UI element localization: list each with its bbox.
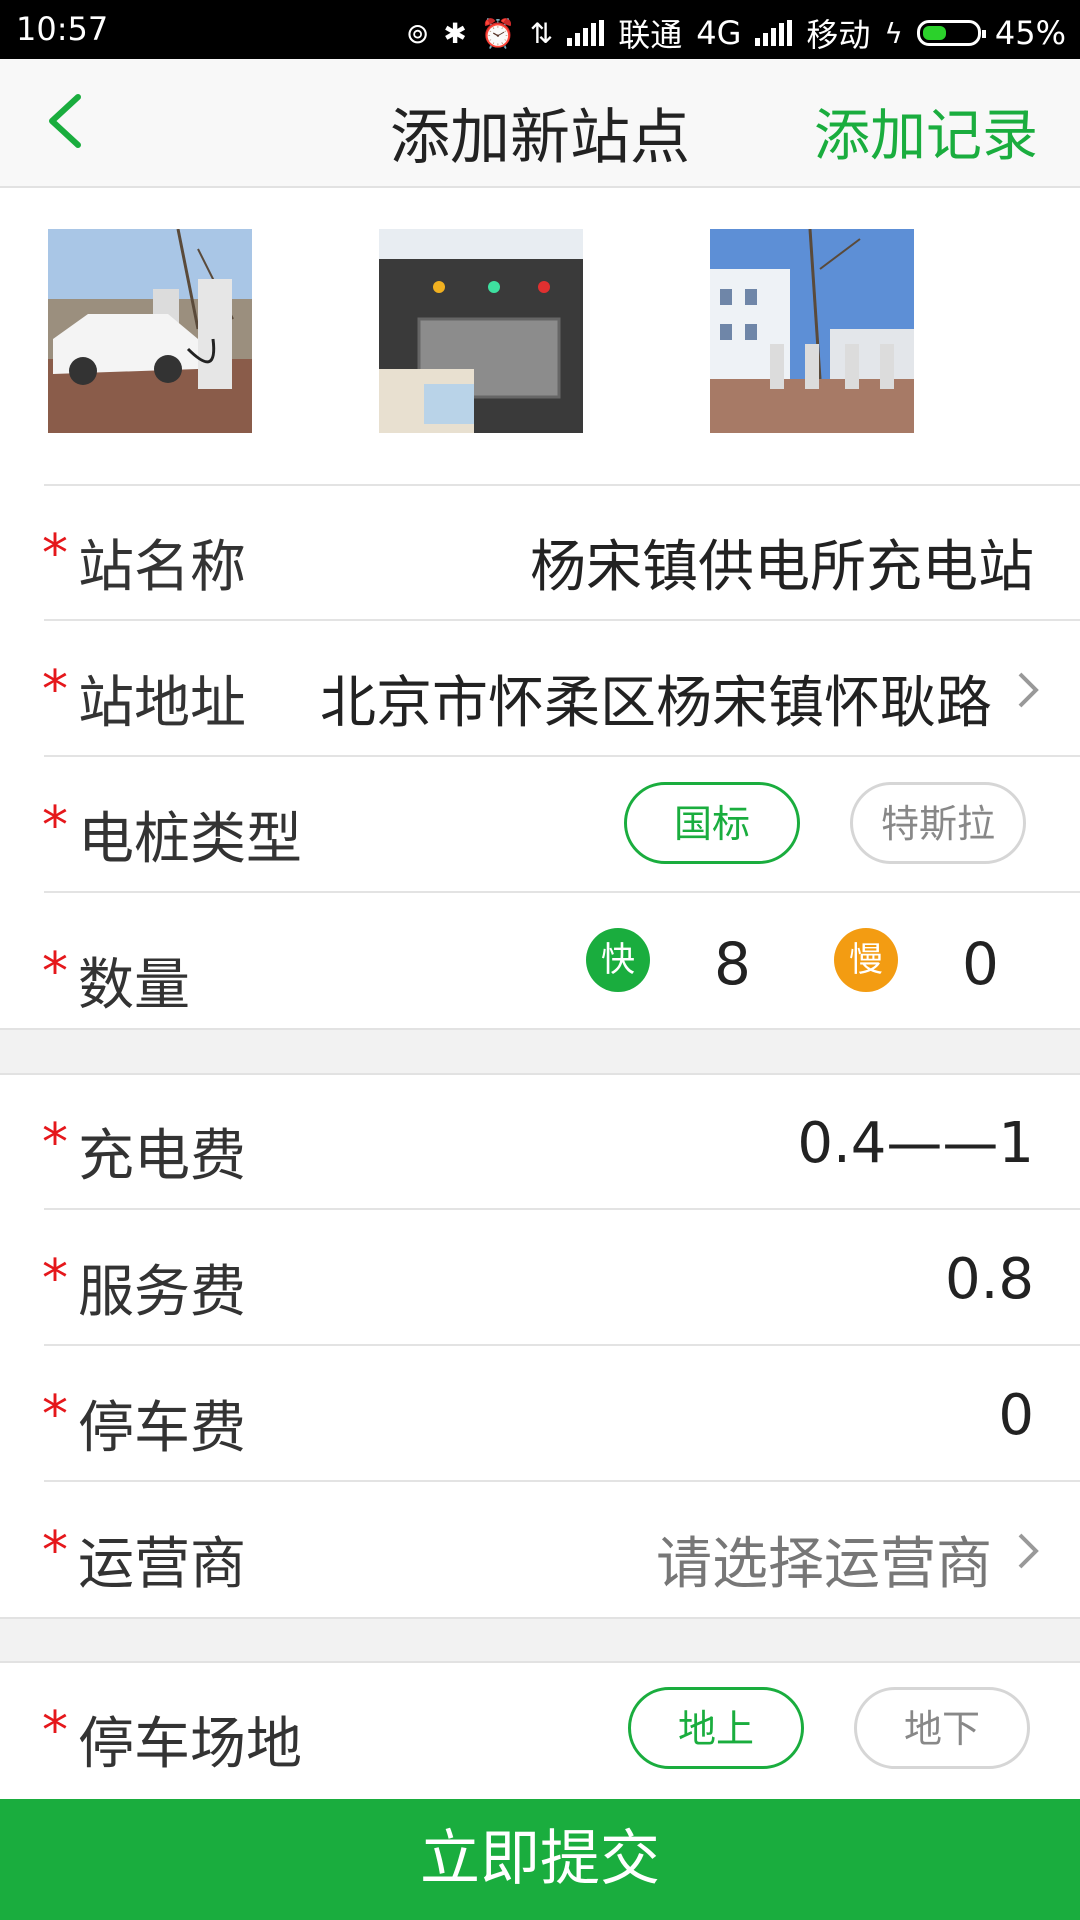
charging-fee-label: 充电费 (78, 1124, 246, 1189)
required-mark: * (42, 1113, 68, 1173)
station-address-row[interactable]: * 站地址 北京市怀柔区杨宋镇怀耿路 (0, 622, 1080, 757)
charging-bolt-icon: ϟ (884, 16, 903, 50)
station-name-label: 站名称 (78, 535, 246, 600)
station-name-field[interactable]: 杨宋镇供电所充电站 (530, 522, 1034, 603)
submit-button[interactable]: 立即提交 (0, 1799, 1080, 1920)
service-fee-row[interactable]: * 服务费 0.8 (0, 1211, 1080, 1346)
pile-type-label: 电桩类型 (78, 807, 302, 872)
charging-fee-row[interactable]: * 充电费 0.4——1 (0, 1075, 1080, 1210)
carrier1-label: 联通 (618, 16, 683, 54)
station-address-field[interactable]: 北京市怀柔区杨宋镇怀耿路 (320, 658, 992, 739)
slow-badge: 慢 (834, 928, 898, 992)
pile-type-option-tesla[interactable]: 特斯拉 (850, 782, 1026, 864)
fast-count-field[interactable]: 8 (714, 930, 751, 998)
battery-icon (916, 20, 986, 46)
network-label: 4G (696, 14, 742, 52)
clock: 10:57 (16, 10, 109, 48)
quantity-row: * 数量 快 8 慢 0 (0, 894, 1080, 1029)
signal-icon (567, 20, 605, 46)
chevron-left-icon[interactable] (38, 91, 98, 151)
parking-fee-field[interactable]: 0 (998, 1383, 1034, 1448)
operator-row[interactable]: * 运营商 请选择运营商 (0, 1483, 1080, 1618)
service-fee-label: 服务费 (78, 1260, 246, 1325)
operator-select[interactable]: 请选择运营商 (656, 1519, 992, 1600)
chevron-right-icon (1018, 1533, 1039, 1569)
data-transfer-icon: ⇅ (529, 16, 554, 50)
fast-badge: 快 (586, 928, 650, 992)
required-mark: * (42, 1249, 68, 1309)
required-mark: * (42, 1385, 68, 1445)
charger-panel-photo[interactable] (379, 229, 583, 433)
pile-type-row: * 电桩类型 国标 特斯拉 (0, 758, 1080, 893)
section-gap (0, 1028, 1080, 1075)
battery-percent: 45% (994, 14, 1066, 52)
charging-fee-field[interactable]: 0.4——1 (797, 1111, 1034, 1176)
operator-label: 运营商 (78, 1532, 246, 1597)
parking-option-underground[interactable]: 地下 (854, 1687, 1030, 1769)
service-fee-field[interactable]: 0.8 (945, 1247, 1034, 1312)
required-mark: * (42, 1521, 68, 1581)
station-address-label: 站地址 (78, 671, 246, 736)
parking-fee-label: 停车费 (78, 1396, 246, 1461)
required-mark: * (42, 796, 68, 856)
alarm-icon: ⏰ (480, 16, 516, 50)
battery-fill (922, 26, 946, 40)
app-header: 添加新站点 添加记录 (0, 59, 1080, 188)
required-mark: * (42, 942, 68, 1002)
signal-icon (755, 20, 793, 46)
bluetooth-icon: ✱ (443, 16, 467, 50)
parking-option-aboveground[interactable]: 地上 (628, 1687, 804, 1769)
parking-area-label: 停车场地 (78, 1712, 302, 1777)
required-mark: * (42, 524, 68, 584)
status-bar: 10:57 ⊚ ✱ ⏰ ⇅ 联通 4G 移动 ϟ 45% (0, 0, 1080, 59)
parking-area-row: * 停车场地 地上 地下 (0, 1663, 1080, 1798)
parking-fee-row[interactable]: * 停车费 0 (0, 1347, 1080, 1482)
hotspot-icon: ⊚ (405, 16, 430, 50)
pile-type-option-guobiao[interactable]: 国标 (624, 782, 800, 864)
chevron-right-icon (1018, 672, 1039, 708)
carrier2-label: 移动 (806, 16, 871, 54)
station-building-photo[interactable] (710, 229, 914, 433)
quantity-label: 数量 (78, 953, 190, 1018)
section-gap (0, 1617, 1080, 1663)
required-mark: * (42, 1701, 68, 1761)
slow-count-field[interactable]: 0 (962, 930, 999, 998)
station-name-row[interactable]: * 站名称 杨宋镇供电所充电站 (0, 486, 1080, 621)
add-record-button[interactable]: 添加记录 (814, 91, 1038, 172)
required-mark: * (42, 660, 68, 720)
charging-car-photo[interactable] (48, 229, 252, 433)
